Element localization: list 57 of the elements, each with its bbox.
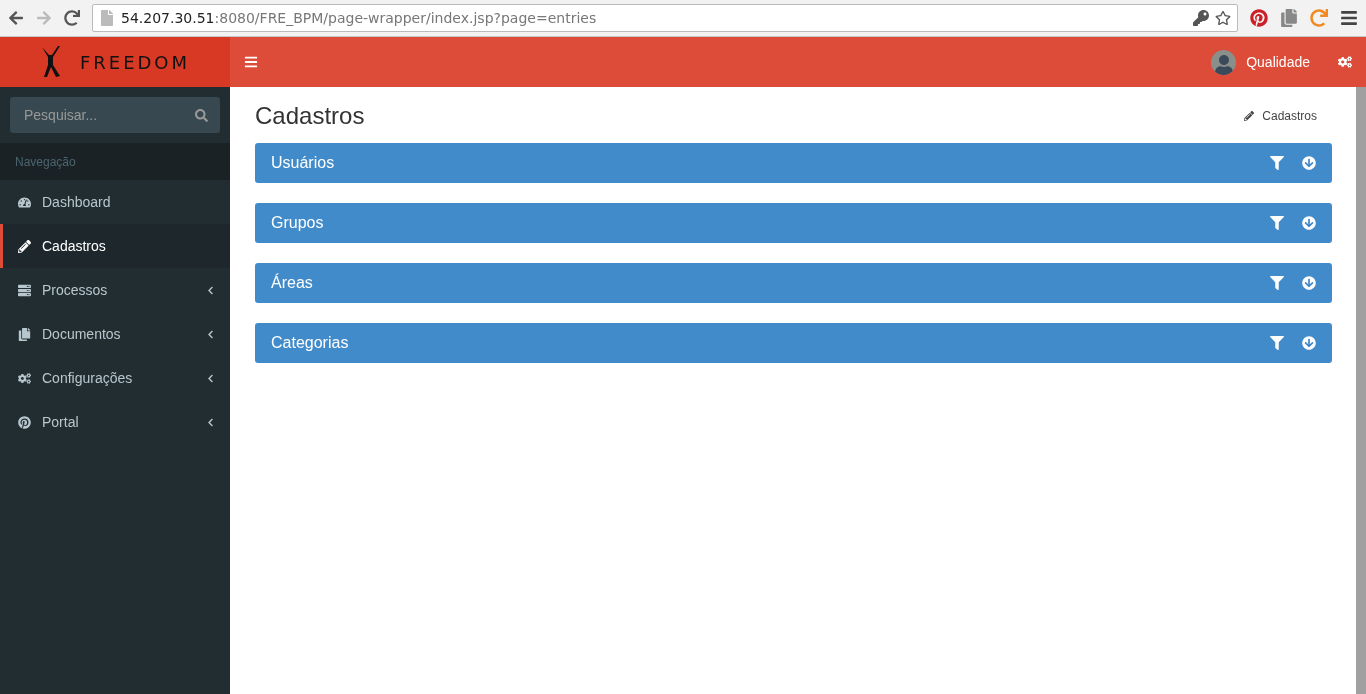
gauge-icon bbox=[18, 195, 32, 209]
panel-header[interactable]: Áreas bbox=[255, 263, 1332, 303]
avatar[interactable] bbox=[1211, 49, 1237, 75]
sidebar-item-label: Cadastros bbox=[42, 238, 107, 254]
sidebar-item-label: Documentos bbox=[42, 326, 122, 342]
filter-icon[interactable] bbox=[1270, 276, 1284, 290]
menu-icon[interactable] bbox=[1340, 9, 1358, 27]
panel-title: Grupos bbox=[271, 214, 325, 232]
url-path: :8080/FRE_BPM/page-wrapper/index.jsp?page=entries bbox=[214, 10, 597, 26]
page-icon bbox=[99, 10, 115, 26]
sidebar-item-label: Configurações bbox=[42, 370, 134, 386]
chevron-left-icon bbox=[206, 329, 215, 339]
chevron-left-icon bbox=[206, 373, 215, 383]
panel-title: Categorias bbox=[271, 334, 350, 352]
sidebar-item[interactable]: Portal bbox=[0, 400, 230, 444]
logo: FREEDOM bbox=[0, 37, 230, 87]
menu-icon[interactable] bbox=[244, 55, 258, 69]
sidebar-item[interactable]: Dashboard bbox=[0, 180, 230, 224]
sidebar-item[interactable]: Processos bbox=[0, 268, 230, 312]
copy-icon bbox=[18, 327, 32, 341]
filter-icon[interactable] bbox=[1270, 336, 1284, 350]
sidebar-item[interactable]: Cadastros bbox=[0, 224, 230, 268]
sidebar-item-label: Dashboard bbox=[42, 194, 112, 210]
panel-header[interactable]: Categorias bbox=[255, 323, 1332, 363]
chevron-left-icon bbox=[206, 285, 215, 295]
page-title: Cadastros bbox=[255, 102, 366, 130]
gears-icon bbox=[18, 371, 32, 385]
panel-title: Usuários bbox=[271, 154, 336, 172]
back-icon[interactable] bbox=[8, 10, 24, 26]
panel-header[interactable]: Usuários bbox=[255, 143, 1332, 183]
url-host: 54.207.30.51 bbox=[121, 10, 215, 26]
panel-header[interactable]: Grupos bbox=[255, 203, 1332, 243]
sidebar-item[interactable]: Configurações bbox=[0, 356, 230, 400]
sidebar-item[interactable]: Documentos bbox=[0, 312, 230, 356]
pinterest-icon[interactable] bbox=[1250, 9, 1268, 27]
search-field[interactable]: Pesquisar... bbox=[10, 97, 220, 133]
server-icon bbox=[18, 283, 32, 297]
chevron-left-icon bbox=[206, 417, 215, 427]
search-icon[interactable] bbox=[195, 109, 208, 122]
filter-icon[interactable] bbox=[1270, 156, 1284, 170]
extension-icon[interactable] bbox=[1280, 9, 1298, 27]
user-name[interactable]: Qualidade bbox=[1246, 54, 1310, 70]
section-label: Navegação bbox=[0, 143, 230, 180]
sidebar-item-label: Processos bbox=[42, 282, 109, 298]
settings-icon[interactable] bbox=[1338, 55, 1352, 69]
filter-icon[interactable] bbox=[1270, 216, 1284, 230]
pinterest-icon bbox=[18, 415, 32, 429]
reload-icon[interactable] bbox=[64, 10, 80, 26]
breadcrumb-link[interactable]: Cadastros bbox=[1262, 109, 1317, 123]
panel-title: Áreas bbox=[271, 274, 314, 292]
star-icon[interactable] bbox=[1215, 10, 1231, 26]
pencil-icon bbox=[18, 239, 32, 253]
address-bar[interactable]: 54.207.30.51:8080/FRE_BPM/page-wrapper/index.jsp?page=entries bbox=[92, 4, 1238, 32]
pencil-icon bbox=[1244, 111, 1255, 121]
sidebar-item-label: Portal bbox=[42, 414, 80, 430]
scrollbar[interactable] bbox=[1356, 87, 1366, 694]
key-icon[interactable] bbox=[1193, 10, 1209, 26]
